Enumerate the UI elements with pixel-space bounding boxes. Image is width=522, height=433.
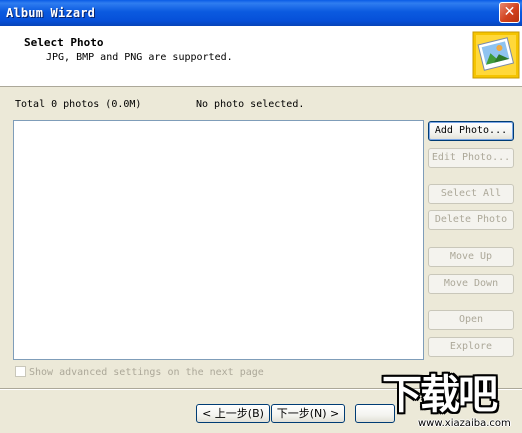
advanced-settings-checkbox[interactable] (15, 366, 26, 377)
advanced-settings-option[interactable]: Show advanced settings on the next page (15, 366, 264, 378)
move-down-button[interactable]: Move Down (428, 274, 514, 294)
site-watermark: 下载吧 www.xiazaiba.com (378, 372, 522, 433)
close-icon: ✕ (503, 4, 516, 20)
total-photos-status: Total 0 photos (0.0M) (15, 99, 142, 110)
add-photo-button[interactable]: Add Photo... (428, 121, 514, 141)
open-button[interactable]: Open (428, 310, 514, 330)
photo-list[interactable] (13, 120, 424, 360)
move-up-button[interactable]: Move Up (428, 247, 514, 267)
selection-status: No photo selected. (196, 99, 305, 110)
edit-photo-button[interactable]: Edit Photo... (428, 148, 514, 168)
delete-photo-button[interactable]: Delete Photo (428, 210, 514, 230)
close-button[interactable]: ✕ (499, 2, 520, 23)
title-bar[interactable]: Album Wizard ✕ (0, 0, 522, 26)
photo-album-icon (472, 31, 520, 79)
window-title: Album Wizard (6, 6, 96, 20)
page-subtitle: JPG, BMP and PNG are supported. (46, 52, 233, 63)
explore-button[interactable]: Explore (428, 337, 514, 357)
next-button[interactable]: 下一步(N) > (271, 404, 345, 423)
select-all-button[interactable]: Select All (428, 184, 514, 204)
wizard-header: Select Photo JPG, BMP and PNG are suppor… (0, 26, 522, 87)
advanced-settings-label: Show advanced settings on the next page (29, 367, 264, 378)
watermark-url: www.xiazaiba.com (418, 418, 511, 429)
page-title: Select Photo (24, 36, 104, 49)
watermark-logo: 下载吧 (382, 372, 498, 418)
back-button[interactable]: < 上一步(B) (196, 404, 270, 423)
